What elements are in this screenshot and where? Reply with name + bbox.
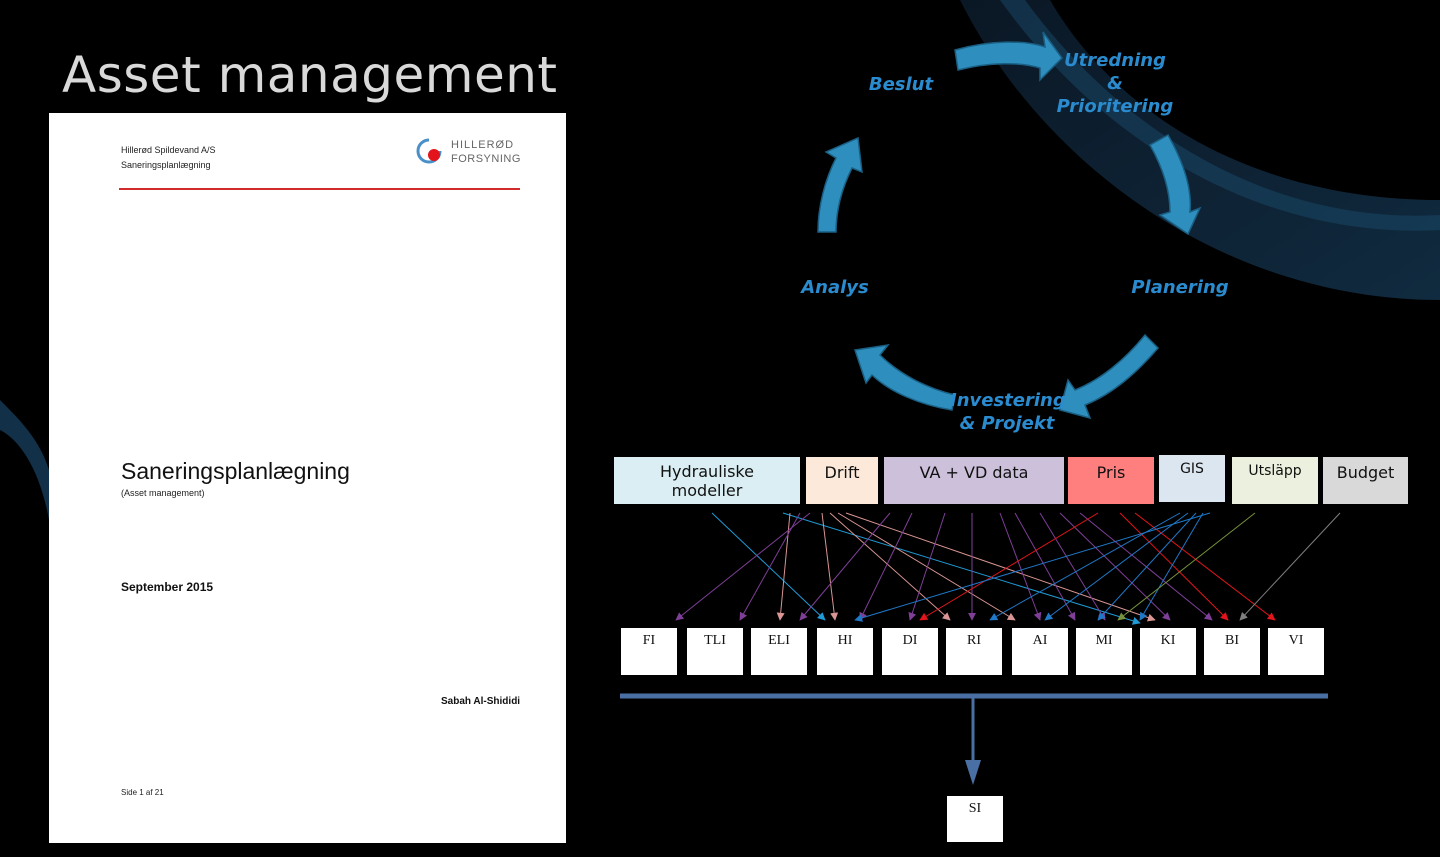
doc-subtitle-small: Saneringsplanlægning	[121, 160, 211, 170]
connection-lines	[675, 512, 1341, 625]
hillerod-logo: HILLERØD FORSYNING	[415, 137, 521, 167]
index-ki: KI	[1140, 628, 1196, 675]
index-di: DI	[882, 628, 938, 675]
source-drift: Drift	[806, 457, 878, 504]
label-beslut: Beslut	[868, 74, 934, 95]
index-tli: TLI	[687, 628, 743, 675]
arrow-planering-to-investering	[1059, 333, 1160, 420]
index-ai: AI	[1012, 628, 1068, 675]
index-hi: HI	[817, 628, 873, 675]
doc-author: Sabah Al-Shididi	[441, 696, 521, 707]
logo-icon	[416, 138, 442, 164]
document-cover: Hillerød Spildevand A/S Saneringsplanlæg…	[49, 113, 566, 843]
label-investering-1: Investering	[950, 390, 1066, 411]
doc-paren: (Asset management)	[121, 488, 205, 498]
index-vi: VI	[1268, 628, 1324, 675]
source-hydrauliske: Hydrauliske modeller	[614, 457, 800, 504]
label-investering: Investering & Projekt	[950, 389, 1066, 435]
index-eli: ELI	[751, 628, 807, 675]
source-pris: Pris	[1068, 457, 1154, 504]
label-planering: Planering	[1131, 277, 1229, 298]
doc-main-title: Saneringsplanlægning	[121, 458, 350, 484]
label-utredning: Utredning & Prioritering	[1055, 49, 1175, 118]
bg-swoosh-left	[0, 400, 49, 520]
doc-company: Hillerød Spildevand A/S	[121, 145, 216, 155]
source-va-vd: VA + VD data	[884, 457, 1064, 504]
result-si: SI	[947, 796, 1003, 842]
source-hydrauliske-1: Hydrauliske	[660, 462, 754, 481]
logo-line1: HILLERØD	[451, 139, 515, 151]
logo-line2: FORSYNING	[451, 153, 521, 165]
index-ri: RI	[946, 628, 1002, 675]
index-mi: MI	[1076, 628, 1132, 675]
doc-date: September 2015	[121, 580, 214, 594]
doc-page-number: Side 1 af 21	[121, 788, 164, 797]
label-analys: Analys	[801, 277, 869, 298]
si-arrowhead	[965, 760, 981, 785]
source-gis: GIS	[1159, 455, 1225, 502]
arrow-analys-to-beslut	[817, 136, 863, 233]
label-utredning-1: Utredning	[1064, 50, 1166, 71]
doc-header-rule	[119, 188, 520, 190]
label-utredning-2: &	[1107, 73, 1123, 94]
source-budget: Budget	[1323, 457, 1408, 504]
slide-title: Asset management	[62, 46, 558, 104]
label-investering-2: & Projekt	[959, 413, 1055, 434]
label-utredning-3: Prioritering	[1056, 96, 1174, 117]
source-utslapp: Utsläpp	[1232, 457, 1318, 504]
index-bi: BI	[1204, 628, 1260, 675]
index-fi: FI	[621, 628, 677, 675]
arrow-investering-to-analys	[854, 343, 956, 411]
source-hydrauliske-2: modeller	[671, 481, 743, 500]
